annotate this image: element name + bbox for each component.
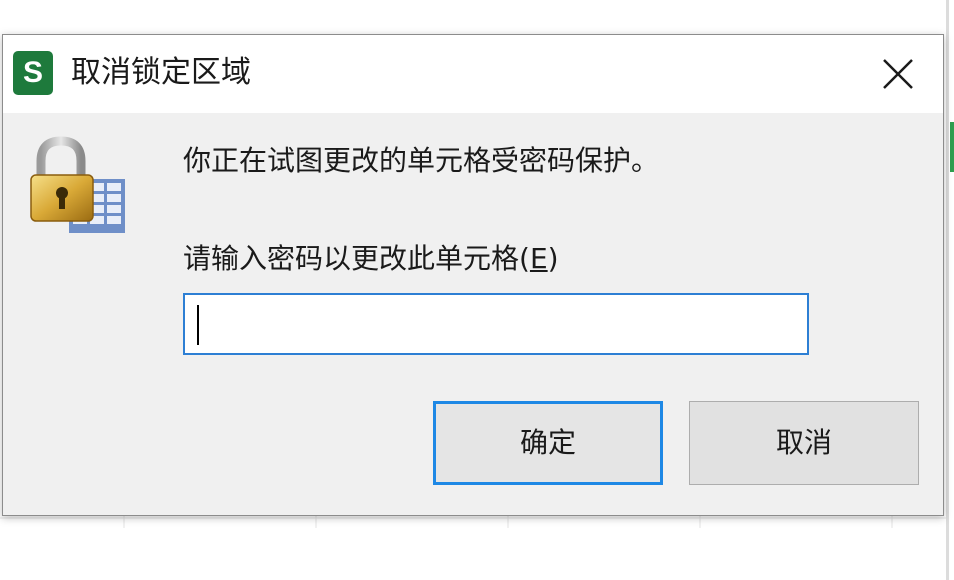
password-input[interactable] — [183, 293, 809, 355]
cancel-button[interactable]: 取消 — [689, 401, 919, 485]
text-caret — [197, 305, 199, 345]
prompt-text: 请输入密码以更改此单元格( — [183, 242, 530, 275]
spreadsheet-app-icon: S — [13, 51, 53, 95]
window-edge — [946, 0, 949, 580]
selection-indicator — [950, 122, 954, 172]
unlock-range-dialog: S 取消锁定区域 你正在试图更改的单元格受密码保护。 请输入密码以更改此单元格(… — [2, 34, 944, 516]
protection-message: 你正在试图更改的单元格受密码保护。 — [183, 144, 660, 177]
title-bar[interactable]: S 取消锁定区域 — [3, 35, 943, 113]
prompt-suffix: ) — [547, 242, 559, 275]
close-button[interactable] — [863, 47, 933, 101]
padlock-icon — [30, 136, 125, 233]
close-icon — [883, 59, 913, 89]
ok-button[interactable]: 确定 — [433, 401, 663, 485]
prompt-mnemonic: E — [529, 242, 548, 275]
dialog-title: 取消锁定区域 — [71, 55, 251, 90]
password-prompt-label: 请输入密码以更改此单元格(E) — [183, 239, 559, 279]
